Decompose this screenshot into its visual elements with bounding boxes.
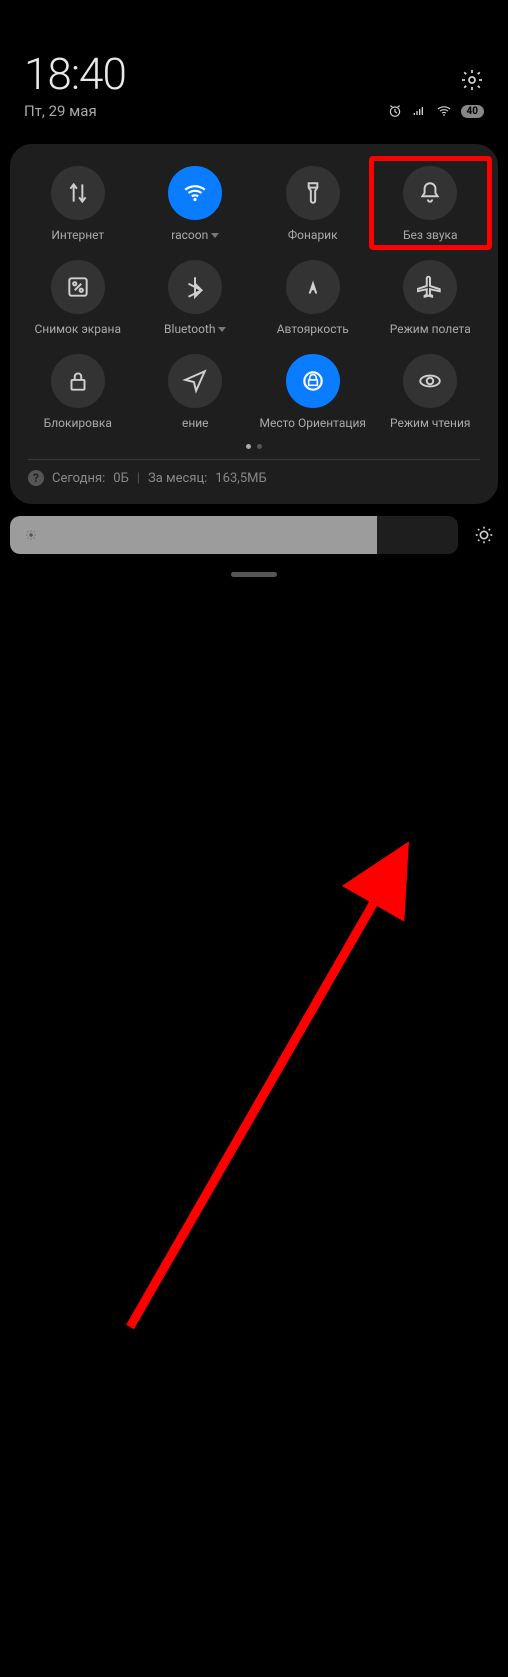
usage-today-label: Сегодня:: [52, 471, 105, 486]
screenshot-toggle[interactable]: [51, 260, 105, 314]
usage-month-label: За месяц:: [148, 471, 207, 486]
separator: |: [137, 471, 140, 486]
silent-toggle[interactable]: [403, 166, 457, 220]
reading-toggle[interactable]: [403, 354, 457, 408]
orientation-label: Место Ориентация: [260, 416, 367, 430]
wifi-label: racoon: [171, 228, 219, 242]
annotation-arrow: [0, 577, 508, 1677]
autobrightness-label: Автояркость: [277, 322, 349, 336]
location-toggle[interactable]: [168, 354, 222, 408]
wifi-status-icon: [435, 103, 453, 119]
internet-toggle[interactable]: [51, 166, 105, 220]
location-label: ение: [182, 416, 209, 430]
qs-tile-bluetooth: Bluetooth: [140, 260, 252, 336]
lock-toggle[interactable]: [51, 354, 105, 408]
silent-label: Без звука: [403, 228, 458, 242]
signal-icon: [411, 103, 427, 119]
qs-tile-autobrightness: Автояркость: [257, 260, 369, 336]
qs-tile-location: ение: [140, 354, 252, 430]
bluetooth-label: Bluetooth: [164, 322, 226, 336]
date-label: Пт, 29 мая: [24, 102, 97, 120]
qs-tile-lock: Блокировка: [22, 354, 134, 430]
quick-settings-panel: Интернет racoon Фонарик Без звука Снимок экр…: [10, 144, 498, 504]
airplane-toggle[interactable]: [403, 260, 457, 314]
bluetooth-toggle[interactable]: [168, 260, 222, 314]
clock-time: 18:40: [24, 48, 484, 100]
qs-tile-orientation: Место Ориентация: [257, 354, 369, 430]
brightness-slider[interactable]: [10, 516, 458, 554]
info-icon: ?: [28, 470, 44, 486]
usage-month-value: 163,5МБ: [215, 471, 266, 486]
qs-tile-airplane: Режим полета: [375, 260, 487, 336]
battery-badge: 40: [461, 105, 484, 118]
status-header: 18:40 Пт, 29 мая 40: [0, 0, 508, 128]
reading-label: Режим чтения: [390, 416, 470, 430]
usage-today-value: 0Б: [113, 471, 129, 486]
expand-icon: [218, 327, 226, 332]
settings-button[interactable]: [460, 68, 484, 92]
auto-brightness-toggle[interactable]: [470, 521, 498, 549]
qs-tile-wifi: racoon: [140, 166, 252, 242]
brightness-row: [10, 516, 498, 554]
screenshot-label: Снимок экрана: [34, 322, 121, 336]
qs-tile-internet: Интернет: [22, 166, 134, 242]
divider: [28, 459, 480, 460]
expand-icon: [211, 233, 219, 238]
alarm-icon: [387, 103, 403, 119]
qs-tile-reading: Режим чтения: [375, 354, 487, 430]
page-indicator: [22, 444, 486, 449]
lock-label: Блокировка: [44, 416, 112, 430]
panel-handle[interactable]: [231, 572, 277, 577]
qs-tile-screenshot: Снимок экрана: [22, 260, 134, 336]
orientation-toggle[interactable]: [286, 354, 340, 408]
flashlight-toggle[interactable]: [286, 166, 340, 220]
status-icons: 40: [387, 103, 484, 119]
autobrightness-toggle[interactable]: [286, 260, 340, 314]
qs-tile-flashlight: Фонарик: [257, 166, 369, 242]
wifi-toggle[interactable]: [168, 166, 222, 220]
airplane-label: Режим полета: [390, 322, 471, 336]
internet-label: Интернет: [51, 228, 104, 242]
data-usage-row[interactable]: ? Сегодня: 0Б | За месяц: 163,5МБ: [22, 470, 486, 490]
qs-tile-silent: Без звука: [375, 166, 487, 242]
flashlight-label: Фонарик: [288, 228, 338, 242]
brightness-low-icon: [24, 528, 38, 542]
